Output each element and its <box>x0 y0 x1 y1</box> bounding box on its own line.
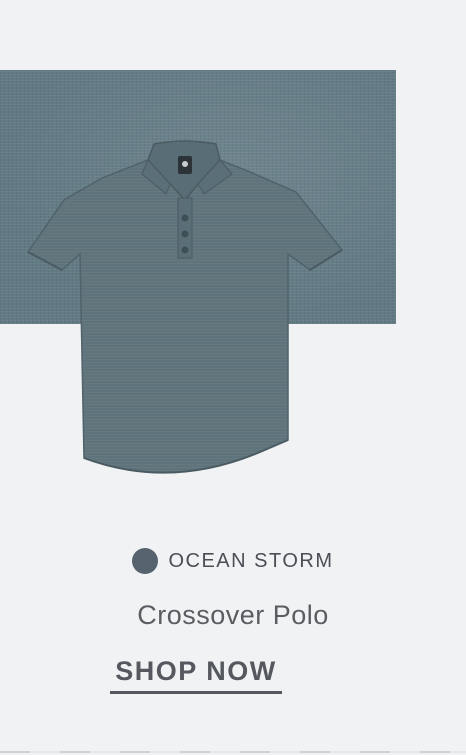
shop-now-link[interactable]: SHOP NOW <box>110 656 282 694</box>
product-image[interactable] <box>20 140 360 520</box>
product-name: Crossover Polo <box>137 600 329 630</box>
bottom-divider <box>0 751 466 753</box>
color-name: OCEAN STORM <box>168 549 334 572</box>
color-swatch[interactable] <box>132 548 159 574</box>
color-selector: OCEAN STORM <box>0 546 466 576</box>
collar-logo-icon <box>178 156 192 174</box>
